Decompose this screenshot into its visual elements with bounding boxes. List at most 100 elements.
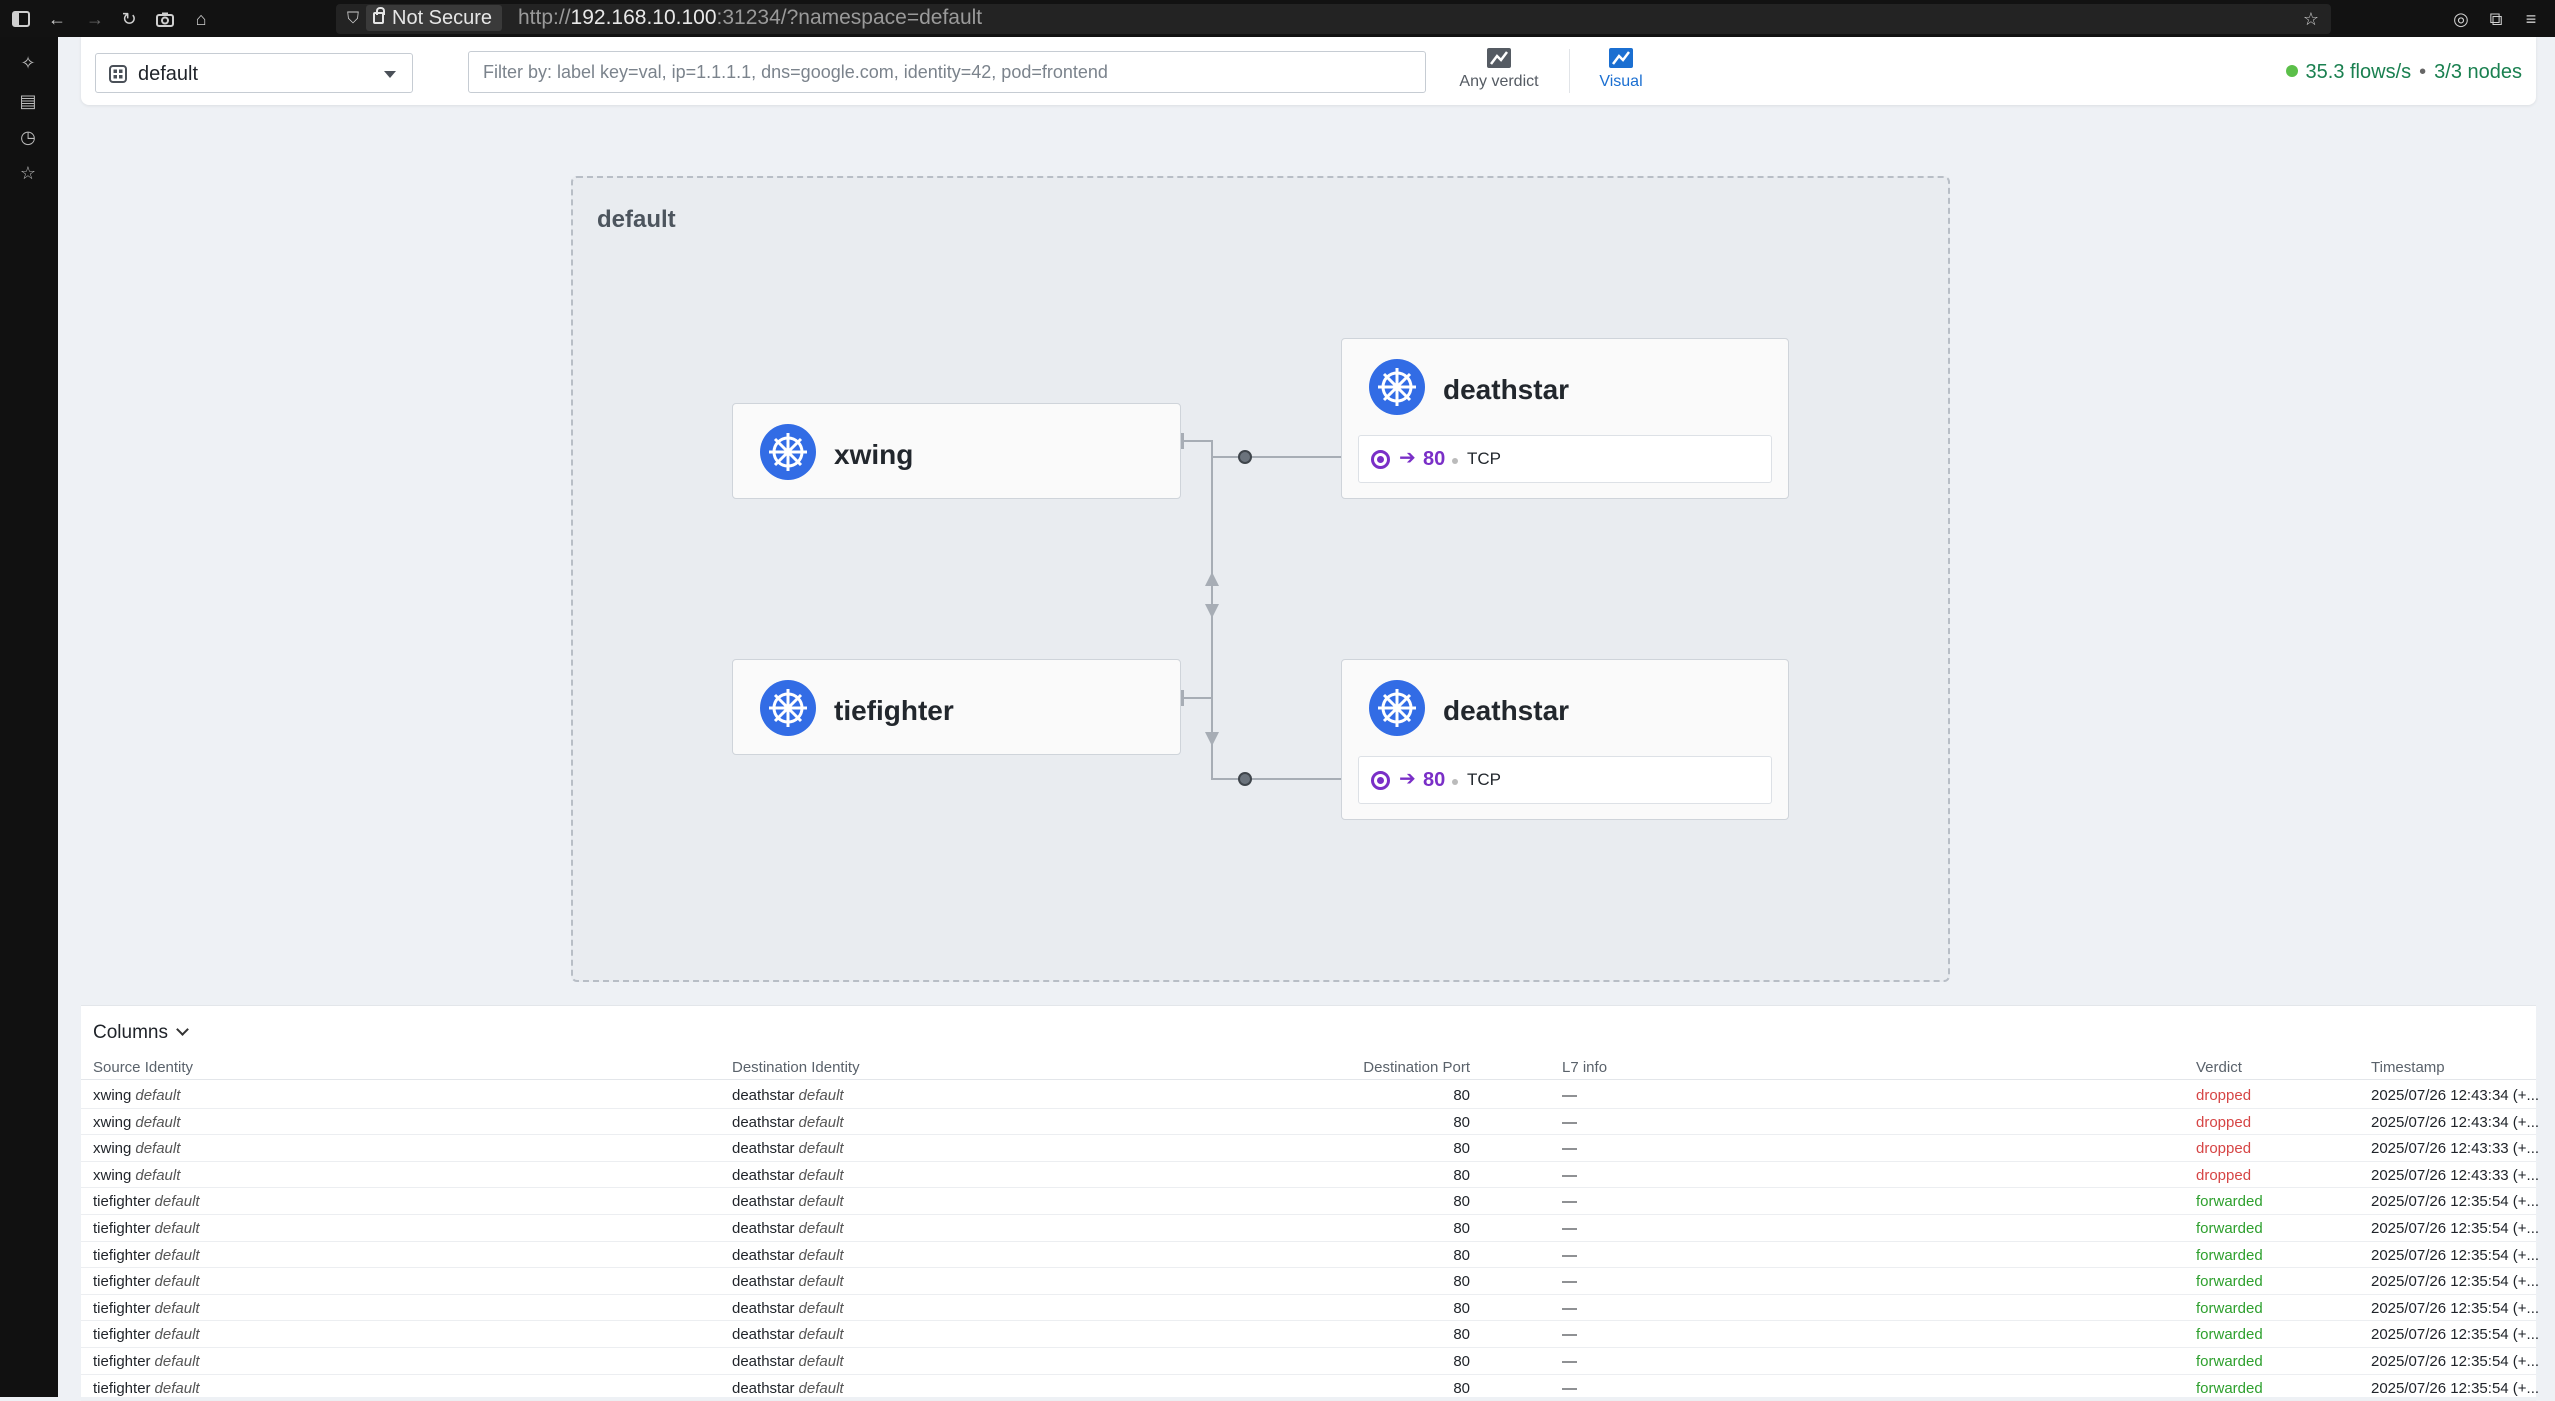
header-verdict[interactable]: Verdict — [2196, 1059, 2242, 1076]
destination-identity: deathstar default — [732, 1299, 844, 1317]
table-row[interactable]: tiefighter default deathstar default 80 — forw… — [81, 1348, 2540, 1375]
header-l7[interactable]: L7 info — [1562, 1059, 1607, 1076]
verdict: dropped — [2196, 1113, 2252, 1131]
arrow-right-icon: ➔ — [1399, 447, 1416, 469]
node-name: deathstar — [1443, 374, 1570, 405]
destination-identity: deathstar default — [732, 1140, 844, 1158]
verdict: forwarded — [2196, 1220, 2263, 1237]
port-row[interactable]: ➔ 80 TCP — [1358, 756, 1772, 804]
l7-info: — — [1562, 1326, 1577, 1344]
timestamp: 2025/07/26 12:35:54 (+... — [2371, 1353, 2540, 1370]
table-row[interactable]: xwing default deathstar default 80 — dropped 20… — [81, 1135, 2540, 1162]
edge-arrow-down-icon-2 — [1205, 732, 1219, 746]
source-identity: xwing default — [93, 1113, 181, 1131]
columns-button[interactable]: Columns — [93, 1022, 189, 1044]
header-timestamp[interactable]: Timestamp — [2371, 1059, 2445, 1076]
l7-info: — — [1562, 1113, 1577, 1131]
node-card-deathstar-1[interactable]: deathstar ➔ 80 TCP — [1341, 338, 1789, 499]
destination-port: 80 — [1453, 1246, 1470, 1264]
source-identity: tiefighter default — [93, 1246, 200, 1264]
node-card-xwing[interactable]: xwing — [732, 403, 1181, 499]
source-identity: tiefighter default — [93, 1273, 200, 1291]
table-row[interactable]: tiefighter default deathstar default 80 — forw… — [81, 1188, 2540, 1215]
table-row[interactable]: tiefighter default deathstar default 80 — forw… — [81, 1295, 2539, 1322]
kubernetes-helm-icon — [760, 680, 816, 736]
timestamp: 2025/07/26 12:35:54 (+... — [2371, 1246, 2540, 1264]
destination-port: 80 — [1453, 1220, 1470, 1237]
destination-port: 80 — [1453, 1087, 1470, 1104]
l7-info: — — [1562, 1193, 1577, 1211]
timestamp: 2025/07/26 12:35:54 (+... — [2371, 1379, 2540, 1397]
destination-identity: deathstar default — [732, 1113, 844, 1131]
arrow-right-icon: ➔ — [1399, 768, 1416, 790]
table-row[interactable]: tiefighter default deathstar default 80 — forw… — [81, 1215, 2540, 1242]
destination-port: 80 — [1453, 1113, 1470, 1131]
verdict: dropped — [2196, 1087, 2252, 1104]
edge-xwing — [1181, 440, 1340, 780]
destination-port: 80 — [1453, 1273, 1470, 1291]
source-identity: xwing default — [93, 1140, 181, 1158]
destination-identity: deathstar default — [732, 1379, 844, 1397]
header-destination[interactable]: Destination Identity — [732, 1059, 860, 1076]
port-row[interactable]: ➔ 80 TCP — [1358, 435, 1772, 483]
verdict: forwarded — [2196, 1246, 2263, 1264]
kubernetes-helm-icon — [760, 424, 816, 480]
timestamp: 2025/07/26 12:43:33 (+... — [2371, 1166, 2540, 1184]
table-row[interactable]: xwing default deathstar default 80 — dropped 20… — [81, 1109, 2540, 1136]
l7-info: — — [1562, 1246, 1577, 1264]
destination-identity: deathstar default — [732, 1273, 844, 1291]
table-row[interactable]: xwing default deathstar default 80 — dropped 20… — [81, 1162, 2540, 1189]
l7-info: — — [1562, 1379, 1577, 1397]
node-name: tiefighter — [834, 695, 954, 726]
node-card-tiefighter[interactable]: tiefighter — [732, 659, 1181, 755]
timestamp: 2025/07/26 12:35:54 (+... — [2371, 1273, 2540, 1291]
table-row[interactable]: tiefighter default deathstar default 80 — forw… — [81, 1268, 2540, 1295]
destination-port: 80 — [1453, 1379, 1470, 1397]
verdict: forwarded — [2196, 1353, 2263, 1370]
l7-info: — — [1562, 1140, 1577, 1158]
header-source[interactable]: Source Identity — [93, 1059, 193, 1076]
source-identity: tiefighter default — [93, 1353, 200, 1370]
node-card-deathstar-2[interactable]: deathstar ➔ 80 TCP — [1341, 659, 1789, 820]
table-row[interactable]: xwing default deathstar default 80 — dropped 20… — [81, 1082, 2540, 1109]
separator-dot — [1452, 779, 1458, 785]
port-protocol: TCP — [1467, 770, 1501, 789]
destination-identity: deathstar default — [732, 1326, 844, 1344]
table-header: Source Identity Destination Identity Des… — [81, 1056, 2536, 1080]
source-identity: xwing default — [93, 1087, 181, 1104]
verdict: forwarded — [2196, 1193, 2263, 1211]
l7-info: — — [1562, 1353, 1577, 1370]
table-row[interactable]: tiefighter default deathstar default 80 — forw… — [81, 1375, 2540, 1401]
node-name: xwing — [834, 439, 914, 470]
timestamp: 2025/07/26 12:43:33 (+... — [2371, 1140, 2540, 1158]
verdict: forwarded — [2196, 1299, 2263, 1317]
destination-port: 80 — [1453, 1326, 1470, 1344]
destination-identity: deathstar default — [732, 1353, 844, 1370]
node-name: deathstar — [1443, 695, 1570, 726]
verdict: dropped — [2196, 1166, 2252, 1184]
source-identity: tiefighter default — [93, 1299, 200, 1317]
port-protocol: TCP — [1467, 449, 1501, 468]
table-row[interactable]: tiefighter default deathstar default 80 — forw… — [81, 1242, 2540, 1269]
destination-identity: deathstar default — [732, 1220, 844, 1237]
timestamp: 2025/07/26 12:43:34 (+... — [2371, 1087, 2540, 1104]
timestamp: 2025/07/26 12:35:54 (+... — [2371, 1326, 2540, 1344]
verdict: forwarded — [2196, 1273, 2263, 1291]
edge-arrow-down-icon — [1205, 604, 1219, 618]
source-identity: tiefighter default — [93, 1379, 200, 1397]
table-row[interactable]: tiefighter default deathstar default 80 — forw… — [81, 1321, 2540, 1348]
l7-info: — — [1562, 1273, 1577, 1291]
timestamp: 2025/07/26 12:43:34 (+... — [2371, 1113, 2540, 1131]
flows-table: Columns Source Identity Destination Iden… — [81, 1005, 2540, 1401]
l7-info: — — [1562, 1220, 1577, 1237]
timestamp: 2025/07/26 12:35:54 (+... — [2371, 1193, 2540, 1211]
destination-identity: deathstar default — [732, 1166, 844, 1184]
source-identity: tiefighter default — [93, 1326, 200, 1344]
destination-port: 80 — [1453, 1140, 1470, 1158]
verdict: dropped — [2196, 1140, 2252, 1158]
header-port[interactable]: Destination Port — [1349, 1059, 1470, 1076]
l7-info: — — [1562, 1299, 1577, 1317]
edge-arrow-up-icon — [1205, 572, 1219, 586]
timestamp: 2025/07/26 12:35:54 (+... — [2371, 1220, 2540, 1237]
chevron-down-icon — [176, 1023, 189, 1036]
